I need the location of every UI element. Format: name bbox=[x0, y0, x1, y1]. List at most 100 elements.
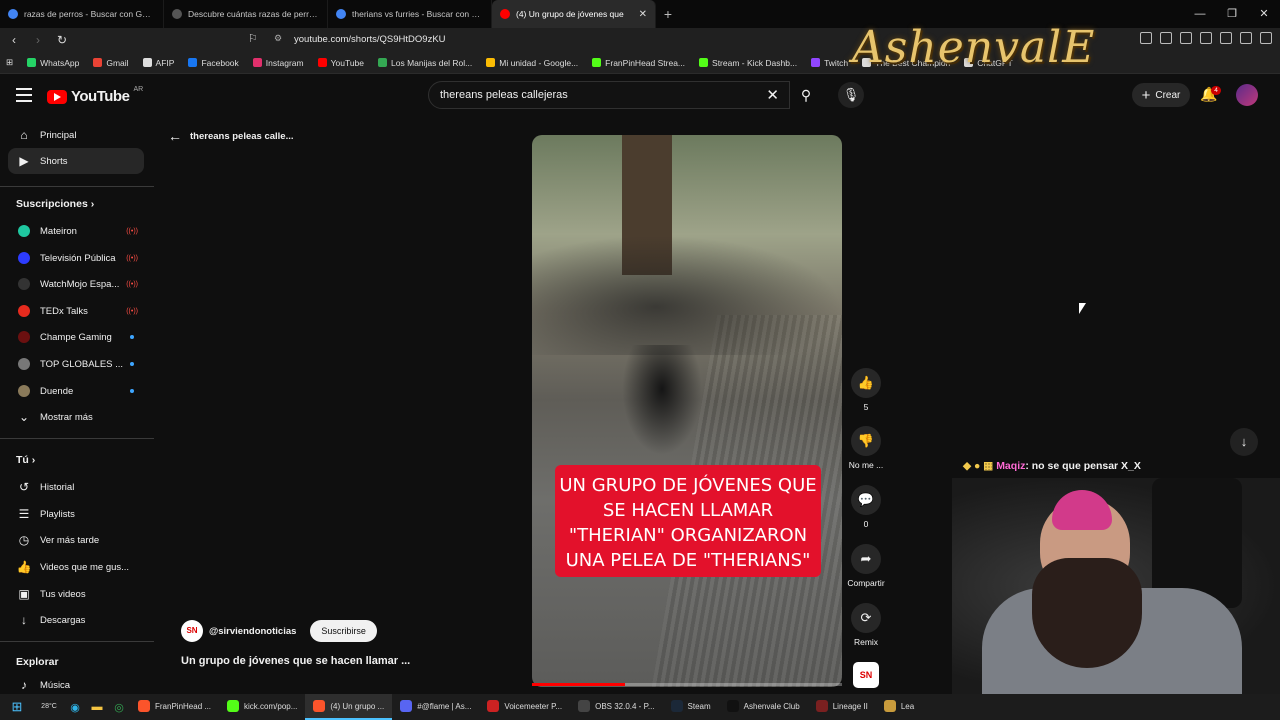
download-icon: ↓ bbox=[21, 613, 27, 627]
whatsapp-icon bbox=[27, 58, 37, 67]
taskbar-app[interactable]: OBS 32.0.4 - P... bbox=[570, 694, 662, 720]
forward-icon[interactable]: › bbox=[28, 33, 48, 47]
bookmark[interactable]: Twitch bbox=[811, 58, 848, 68]
remix-button[interactable]: ⟳ bbox=[851, 603, 881, 633]
sidebar-item-principal[interactable]: ⌂ Principal bbox=[8, 122, 144, 148]
you-heading[interactable]: Tú › bbox=[16, 454, 35, 466]
channel-avatar bbox=[18, 225, 30, 237]
close-tab-icon[interactable]: ✕ bbox=[639, 9, 647, 20]
show-more-button[interactable]: ⌄ Mostrar más bbox=[8, 404, 144, 430]
windows-start-icon[interactable]: ⊞ bbox=[0, 699, 34, 715]
search-button[interactable]: ⚲ bbox=[790, 81, 822, 109]
sidebar-item-downloads[interactable]: ↓ Descargas bbox=[8, 607, 144, 633]
hamburger-menu-icon[interactable] bbox=[16, 88, 32, 106]
sidebar-item-channel[interactable]: Champe Gaming bbox=[8, 324, 144, 350]
sidebar-item-channel[interactable]: TEDx Talks ((•)) bbox=[8, 298, 144, 324]
menu-icon[interactable] bbox=[1260, 32, 1272, 44]
reload-icon[interactable]: ↻ bbox=[52, 33, 72, 47]
sidebar-item-liked-videos[interactable]: 👍 Videos que me gus... bbox=[8, 554, 144, 580]
close-window-button[interactable]: ✕ bbox=[1248, 0, 1280, 28]
restore-button[interactable]: ❐ bbox=[1216, 0, 1248, 28]
channel-logo[interactable]: SN bbox=[181, 620, 203, 642]
folder-icon[interactable]: ▬ bbox=[86, 701, 108, 713]
sidebar-item-channel[interactable]: Duende bbox=[8, 378, 144, 404]
channel-name[interactable]: @sirviendonoticias bbox=[209, 626, 296, 637]
minimize-button[interactable]: — bbox=[1184, 0, 1216, 28]
taskbar-app[interactable]: Ashenvale Club bbox=[719, 694, 808, 720]
taskbar-app-active[interactable]: (4) Un grupo ... bbox=[305, 694, 393, 720]
taskbar-app[interactable]: Steam bbox=[663, 694, 719, 720]
youtube-logo[interactable]: YouTube AR bbox=[47, 86, 143, 105]
shield-icon[interactable] bbox=[1240, 32, 1252, 44]
leo-icon[interactable] bbox=[1220, 32, 1232, 44]
tab-title: therians vs furries - Buscar con Goog bbox=[352, 9, 483, 19]
next-short-button[interactable]: ↓ bbox=[1230, 428, 1258, 456]
bookmark[interactable]: Stream - Kick Dashb... bbox=[699, 58, 797, 68]
sheets-icon bbox=[378, 58, 387, 67]
site-info-icon[interactable]: ⚙ bbox=[274, 33, 282, 44]
taskbar-app[interactable]: FranPinHead ... bbox=[130, 694, 219, 720]
bookmark[interactable]: Gmail bbox=[93, 58, 129, 68]
sidebar-item-shorts[interactable]: ▶ Shorts bbox=[8, 148, 144, 174]
clear-search-icon[interactable]: ✕ bbox=[766, 86, 779, 104]
bookmark[interactable]: YouTube bbox=[317, 58, 364, 68]
sidebar-item-channel[interactable]: WatchMojo Espa... ((•)) bbox=[8, 271, 144, 297]
sidebar-item-channel[interactable]: TOP GLOBALES ... bbox=[8, 351, 144, 377]
search-input[interactable]: thereans peleas callejeras ✕ bbox=[428, 81, 790, 109]
sidebar-item-historial[interactable]: ↺ Historial bbox=[8, 474, 144, 500]
create-button[interactable]: + Crear bbox=[1132, 83, 1190, 107]
bookmark[interactable]: Mi unidad - Google... bbox=[486, 58, 578, 68]
bookmark[interactable]: AFIP bbox=[142, 58, 174, 68]
sidebar-item-channel[interactable]: Mateiron ((•)) bbox=[8, 218, 144, 244]
bookmark[interactable]: FranPinHead Strea... bbox=[592, 58, 685, 68]
back-icon[interactable]: ‹ bbox=[4, 33, 24, 47]
sidebar-item-channel[interactable]: Televisión Pública ((•)) bbox=[8, 245, 144, 271]
new-tab-button[interactable]: + bbox=[656, 6, 680, 22]
browser-tab[interactable]: razas de perros - Buscar con Google bbox=[0, 0, 164, 28]
taskbar-app[interactable]: Lea bbox=[876, 694, 922, 720]
taskbar-app[interactable]: Voicemeeter P... bbox=[479, 694, 570, 720]
bookmark-icon[interactable]: ⚐ bbox=[248, 32, 258, 45]
bookmark[interactable]: Los Manijas del Rol... bbox=[378, 58, 472, 68]
browser-tab-active[interactable]: (4) Un grupo de jóvenes que ✕ bbox=[492, 0, 656, 28]
remix-icon: ⟳ bbox=[860, 610, 872, 625]
dislike-button[interactable]: 👎 bbox=[851, 426, 881, 456]
sidebar-item-watch-later[interactable]: ◷ Ver más tarde bbox=[8, 527, 144, 553]
extension-icon[interactable] bbox=[1140, 32, 1152, 44]
wallet-icon[interactable] bbox=[1200, 32, 1212, 44]
weather-widget[interactable]: 28°C bbox=[34, 703, 64, 711]
user-avatar[interactable] bbox=[1236, 84, 1258, 106]
channel-name: Duende bbox=[40, 385, 74, 397]
taskbar-app[interactable]: kick.com/pop... bbox=[219, 694, 305, 720]
browser-tab[interactable]: therians vs furries - Buscar con Goog bbox=[328, 0, 492, 28]
shorts-video-player[interactable] bbox=[532, 135, 842, 687]
bookmark[interactable]: Facebook bbox=[188, 58, 239, 68]
url-field[interactable]: youtube.com/shorts/QS9HtDO9zKU bbox=[294, 34, 446, 45]
back-to-results[interactable]: ← thereans peleas calle... bbox=[168, 128, 294, 144]
search-value: thereans peleas callejeras bbox=[440, 89, 568, 101]
short-title[interactable]: Un grupo de jóvenes que se hacen llamar … bbox=[181, 655, 410, 667]
bookmark[interactable]: WhatsApp bbox=[27, 58, 79, 68]
edge-icon[interactable]: ◉ bbox=[64, 701, 86, 714]
video-progress-bar[interactable] bbox=[532, 683, 842, 686]
taskbar-app[interactable]: Lineage II bbox=[808, 694, 876, 720]
extension-icon[interactable] bbox=[1160, 32, 1172, 44]
like-button[interactable]: 👍 bbox=[851, 368, 881, 398]
chrome-icon[interactable]: ◎ bbox=[108, 701, 130, 714]
apps-icon[interactable]: ⊞ bbox=[6, 57, 13, 68]
browser-tab[interactable]: Descubre cuántas razas de perros ex bbox=[164, 0, 328, 28]
sidebar-item-playlists[interactable]: ☰ Playlists bbox=[8, 501, 144, 527]
subscriptions-heading[interactable]: Suscripciones › bbox=[16, 198, 94, 210]
channel-sound-thumbnail[interactable]: SN bbox=[853, 662, 879, 688]
bookmark[interactable]: Instagram bbox=[252, 58, 304, 68]
share-button[interactable]: ➦ bbox=[851, 544, 881, 574]
subscribe-button[interactable]: Suscribirse bbox=[310, 620, 377, 642]
sidebar-icon[interactable] bbox=[1180, 32, 1192, 44]
taskbar-app[interactable]: #@flame | As... bbox=[392, 694, 479, 720]
sidebar-item-your-videos[interactable]: ▣ Tus videos bbox=[8, 581, 144, 607]
window-controls: — ❐ ✕ bbox=[1184, 0, 1280, 28]
discord-icon bbox=[400, 700, 413, 712]
comments-button[interactable]: 💬 bbox=[851, 485, 881, 515]
channel-name: Champe Gaming bbox=[40, 331, 112, 343]
microphone-icon[interactable]: 🎙 bbox=[838, 82, 864, 108]
